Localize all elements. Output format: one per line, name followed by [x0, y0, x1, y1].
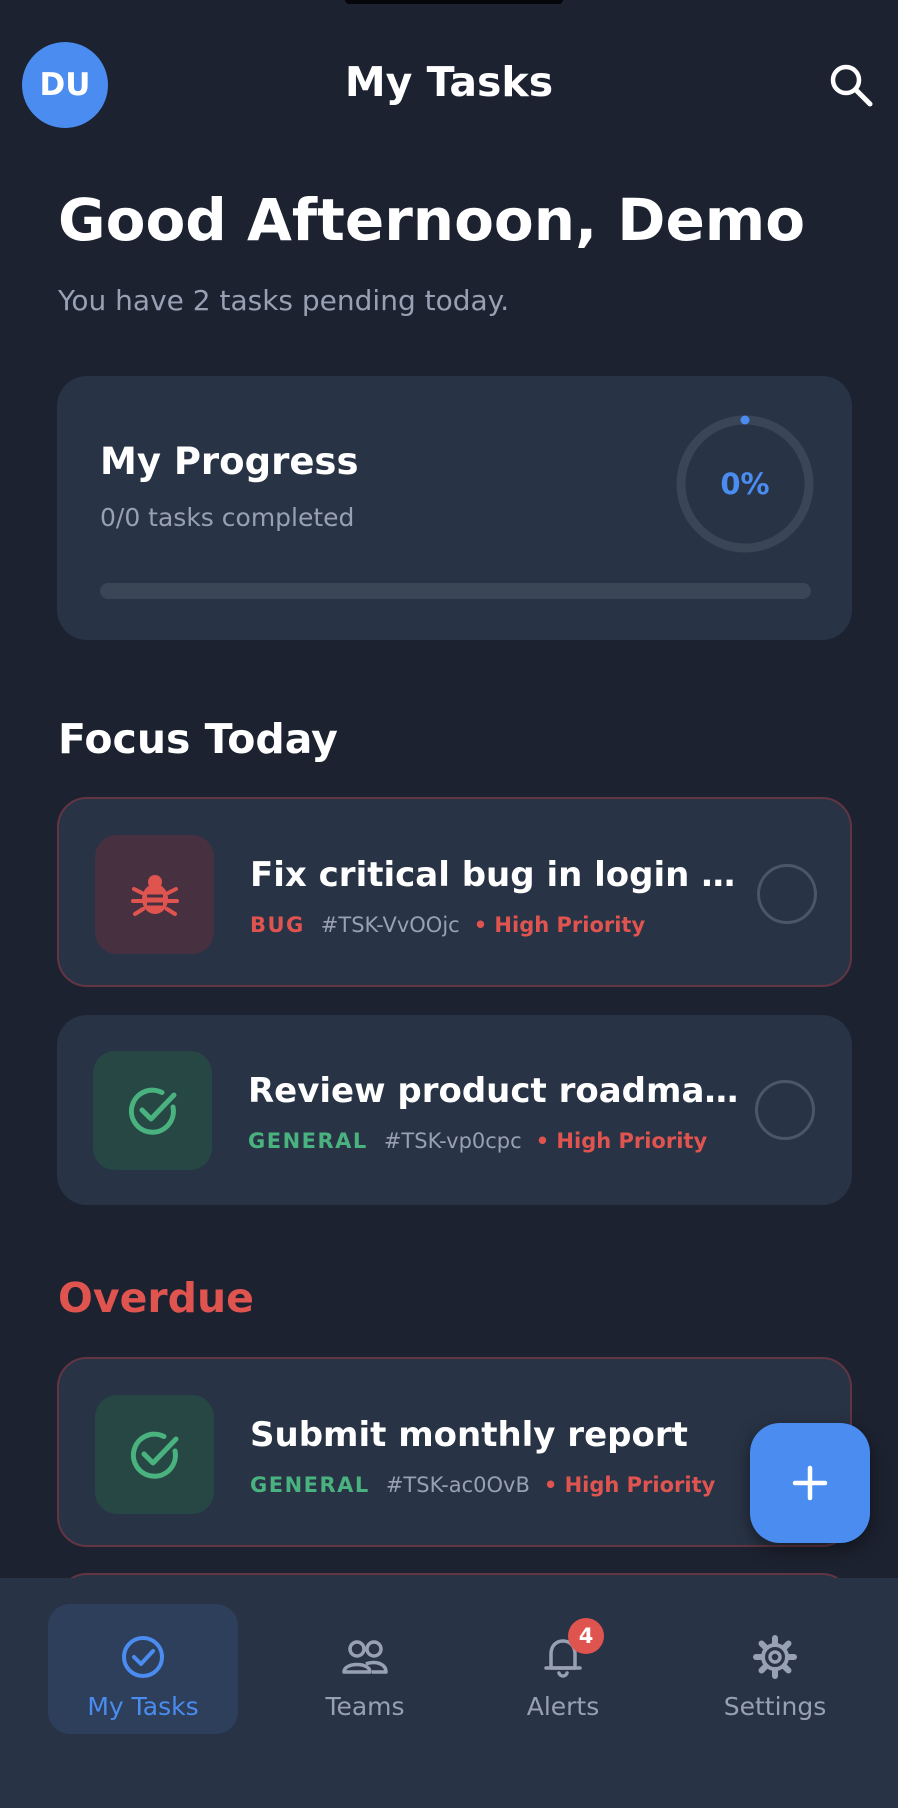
greeting-heading: Good Afternoon, Demo	[58, 186, 806, 254]
overdue-heading: Overdue	[58, 1274, 254, 1322]
task-card[interactable]: Review product roadmap ... GENERAL #TSK-v…	[57, 1015, 852, 1205]
add-task-button[interactable]	[750, 1423, 870, 1543]
plus-icon	[792, 1465, 828, 1501]
nav-item-alerts[interactable]: 4 Alerts	[468, 1604, 658, 1734]
nav-label: Teams	[325, 1692, 405, 1721]
task-card[interactable]: Submit monthly report GENERAL #TSK-ac0OvB…	[57, 1357, 852, 1547]
tasks-check-icon	[122, 1636, 164, 1678]
page-title: My Tasks	[344, 58, 554, 106]
task-category: BUG	[250, 913, 305, 937]
nav-item-settings[interactable]: Settings	[680, 1604, 870, 1734]
task-type-icon	[95, 835, 214, 954]
users-icon	[342, 1640, 388, 1674]
nav-item-teams[interactable]: Teams	[270, 1604, 460, 1734]
task-title: Review product roadmap ...	[248, 1071, 748, 1111]
task-meta: GENERAL #TSK-vp0cpc • High Priority	[248, 1129, 707, 1153]
task-priority: • High Priority	[543, 1473, 716, 1497]
focus-today-heading: Focus Today	[58, 715, 338, 763]
task-type-icon	[93, 1051, 212, 1170]
complete-task-checkbox[interactable]	[755, 1080, 815, 1140]
progress-bar	[100, 583, 811, 599]
nav-label: My Tasks	[87, 1692, 199, 1721]
task-meta: BUG #TSK-VvOOjc • High Priority	[250, 913, 645, 937]
bottom-nav: My Tasks Teams 4 Alerts Settings	[0, 1578, 898, 1808]
task-id: #TSK-VvOOjc	[320, 913, 460, 937]
progress-summary: 0/0 tasks completed	[100, 503, 355, 532]
task-category: GENERAL	[248, 1129, 368, 1153]
task-type-icon	[95, 1395, 214, 1514]
check-circle-icon	[128, 1087, 176, 1135]
bug-icon	[130, 874, 179, 916]
search-button[interactable]	[826, 60, 878, 112]
check-circle-icon	[130, 1431, 178, 1479]
progress-title: My Progress	[100, 440, 359, 483]
progress-card: My Progress 0/0 tasks completed 0%	[57, 376, 852, 640]
complete-task-checkbox[interactable]	[757, 864, 817, 924]
task-id: #TSK-vp0cpc	[383, 1129, 522, 1153]
nav-item-my-tasks[interactable]: My Tasks	[48, 1604, 238, 1734]
task-id: #TSK-ac0OvB	[385, 1473, 530, 1497]
task-title: Submit monthly report	[250, 1415, 688, 1455]
task-category: GENERAL	[250, 1473, 370, 1497]
alerts-count-badge: 4	[568, 1618, 604, 1654]
nav-label: Settings	[723, 1692, 827, 1721]
search-icon	[830, 64, 873, 107]
gear-icon	[753, 1635, 797, 1679]
task-title: Fix critical bug in login fl...	[250, 855, 750, 895]
task-card[interactable]: Fix critical bug in login fl... BUG #TSK-…	[57, 797, 852, 987]
task-priority: • High Priority	[535, 1129, 708, 1153]
task-meta: GENERAL #TSK-ac0OvB • High Priority	[250, 1473, 715, 1497]
pending-summary: You have 2 tasks pending today.	[58, 284, 510, 317]
nav-label: Alerts	[526, 1692, 600, 1721]
progress-percent: 0%	[720, 467, 770, 501]
task-priority: • High Priority	[473, 913, 646, 937]
app-header: DU My Tasks	[0, 0, 898, 170]
